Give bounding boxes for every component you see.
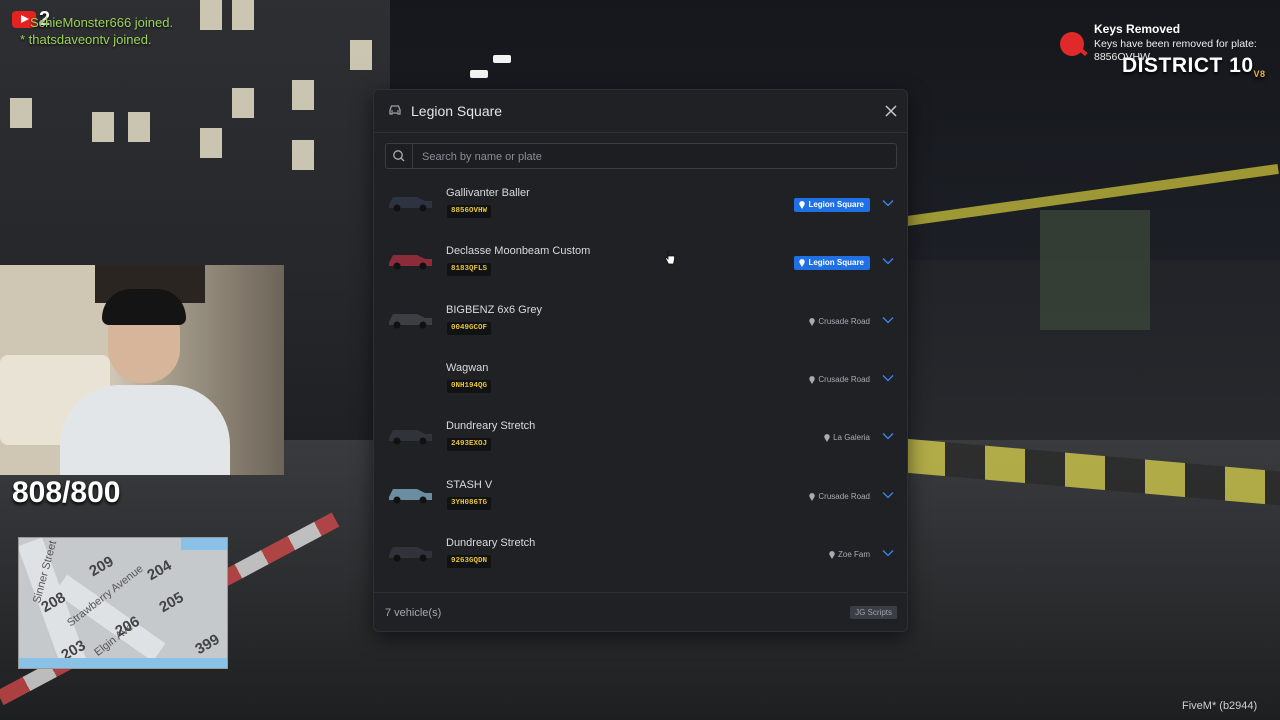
- webcam-feed: [0, 265, 284, 475]
- location-label: Zoe Fam: [837, 549, 870, 559]
- chat-line: * thatsdaveontv joined.: [20, 32, 152, 47]
- streamer-hair: [102, 289, 186, 325]
- map-pin-icon: [799, 259, 806, 268]
- health-counter: 808/800: [12, 476, 121, 509]
- plate-badge: 2493EXOJ: [447, 438, 492, 452]
- plate-badge: 8856OVHW: [447, 205, 492, 218]
- chat-log: SchieMonster666 joined. * thatsdaveontv …: [20, 14, 173, 48]
- plate-badge: 0049GCOF: [447, 321, 492, 335]
- search-input[interactable]: [420, 147, 884, 167]
- vehicle-thumbnail: [389, 255, 432, 270]
- location-badge: La Galeria: [824, 431, 870, 445]
- location-label: Legion Square: [808, 200, 864, 209]
- vehicle-name: STASH V: [446, 478, 493, 491]
- notification-title: Keys Removed: [1094, 22, 1181, 36]
- location-label: Legion Square: [808, 258, 864, 268]
- location-label: La Galeria: [833, 433, 870, 443]
- vehicle-name: Gallivanter Baller: [446, 187, 530, 199]
- client-build-label: FiveM* (b2944): [1182, 700, 1258, 712]
- map-pin-icon: [809, 375, 816, 384]
- minimap-water: [19, 658, 227, 668]
- server-version: V8: [1253, 69, 1266, 80]
- map-pin-icon: [829, 550, 835, 559]
- vehicle-row[interactable]: Gallivanter Baller 8856OVHW Legion Square: [374, 183, 907, 241]
- location-label: Crusade Road: [818, 491, 870, 501]
- chevron-down-icon[interactable]: [882, 549, 894, 557]
- search-box: [385, 143, 897, 169]
- vehicle-name: Dundreary Stretch: [446, 536, 536, 549]
- location-badge: Zoe Fam: [829, 548, 870, 562]
- vehicle-count: 7 vehicle(s): [385, 607, 442, 619]
- location-badge: Crusade Road: [809, 490, 870, 504]
- garage-header: Legion Square: [374, 90, 907, 133]
- street-lamp: [493, 55, 511, 63]
- key-icon: [1060, 32, 1084, 56]
- vehicle-thumbnail: [389, 488, 432, 503]
- chat-text: hieMonster666 joined.: [45, 15, 174, 30]
- vehicle-row[interactable]: Dundreary Stretch 9263GQDN Zoe Fam: [374, 533, 907, 591]
- block-number: 204: [144, 556, 175, 585]
- vehicle-name: Wagwan: [446, 361, 489, 374]
- vehicle-thumbnail: [389, 313, 432, 329]
- location-label: Crusade Road: [818, 316, 870, 326]
- vehicle-thumbnail: [389, 546, 432, 562]
- chevron-down-icon[interactable]: [882, 316, 894, 324]
- vehicle-row[interactable]: STASH V 3YH086TG Crusade Road: [374, 475, 907, 533]
- map-pin-icon: [824, 434, 830, 443]
- location-badge: Crusade Road: [809, 315, 870, 329]
- chevron-down-icon[interactable]: [882, 257, 894, 265]
- vehicle-thumbnail: [389, 430, 432, 445]
- vehicle-row[interactable]: Declasse Moonbeam Custom 8183QFLS Legion S…: [374, 241, 907, 299]
- plate-badge: 3YH086TG: [447, 496, 492, 510]
- chat-line: SchieMonster666 joined.: [20, 14, 173, 31]
- server-logo: DISTRICT 10V8: [1122, 54, 1266, 79]
- chevron-down-icon[interactable]: [882, 491, 894, 499]
- hand-cursor-icon: [665, 251, 675, 265]
- close-icon[interactable]: [884, 104, 898, 118]
- plate-badge: 0NH194QG: [447, 379, 492, 393]
- map-pin-icon: [809, 492, 816, 501]
- map-pin-icon: [809, 317, 816, 326]
- plate-badge: 8183QFLS: [447, 263, 492, 277]
- minimap: Strawberry Avenue Elgin Ave Sinner Stree…: [18, 537, 228, 669]
- location-badge: Crusade Road: [809, 373, 870, 387]
- block-number: 205: [156, 588, 187, 617]
- credit-badge: JG Scripts: [850, 606, 897, 619]
- location-badge: Legion Square: [794, 198, 870, 212]
- block-number: 209: [86, 552, 117, 581]
- chevron-down-icon[interactable]: [882, 374, 894, 382]
- vehicle-name: BIGBENZ 6x6 Grey: [446, 303, 542, 316]
- garage-panel: Legion Square Gallivanter Baller 8856OVHW…: [373, 89, 908, 632]
- vehicle-row[interactable]: Wagwan 0NH194QG Crusade Road: [374, 358, 907, 416]
- vehicle-row[interactable]: BIGBENZ 6x6 Grey 0049GCOF Crusade Road: [374, 300, 907, 358]
- vehicle-row[interactable]: Dundreary Stretch 2493EXOJ La Galeria: [374, 416, 907, 474]
- garage-footer: 7 vehicle(s) JG Scripts: [374, 592, 907, 632]
- minimap-water: [181, 538, 227, 550]
- search-icon: [386, 144, 413, 168]
- chevron-down-icon[interactable]: [882, 432, 894, 440]
- server-name: DISTRICT 10: [1122, 54, 1254, 77]
- location-label: Crusade Road: [818, 374, 870, 384]
- map-pin-icon: [799, 201, 806, 209]
- green-wall: [1040, 210, 1150, 330]
- chevron-down-icon[interactable]: [882, 199, 894, 207]
- vehicle-thumbnail: [389, 197, 432, 212]
- location-badge: Legion Square: [794, 256, 870, 271]
- vehicle-name: Declasse Moonbeam Custom: [446, 245, 591, 258]
- garage-title: Legion Square: [411, 103, 503, 119]
- car-icon: [389, 105, 401, 115]
- chat-prefix: Sc: [30, 15, 46, 30]
- block-number: 399: [192, 630, 223, 659]
- street-lamp: [470, 70, 488, 78]
- streamer-shirt: [60, 385, 230, 475]
- vehicle-name: Dundreary Stretch: [446, 420, 536, 433]
- plate-badge: 9263GQDN: [447, 554, 492, 568]
